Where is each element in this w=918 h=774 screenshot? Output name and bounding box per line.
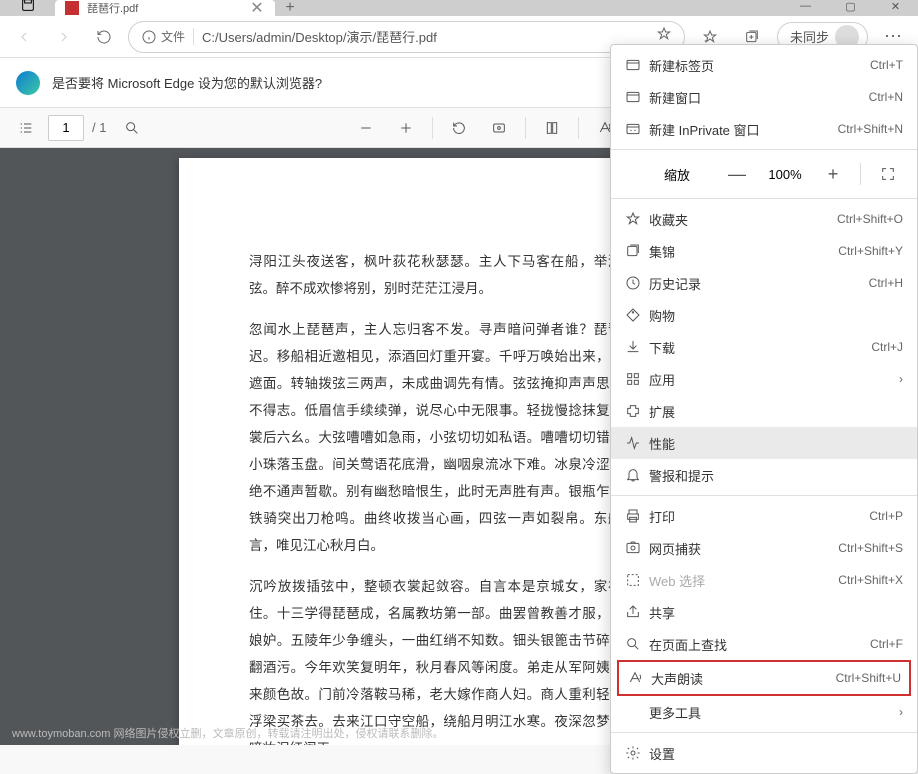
read-aloud-highlight: 大声朗读 Ctrl+Shift+U [617, 660, 911, 696]
tab-close-button[interactable]: ✕ [249, 0, 265, 18]
select-icon [625, 572, 649, 588]
url-text: C:/Users/admin/Desktop/演示/琵琶行.pdf [202, 27, 656, 46]
collections-menu-icon [625, 243, 649, 259]
menu-extensions[interactable]: 扩展 [611, 395, 917, 427]
menu-apps[interactable]: 应用 › [611, 363, 917, 395]
rotate-icon[interactable] [441, 112, 477, 144]
page-total: / 1 [92, 120, 106, 135]
refresh-button[interactable] [88, 21, 120, 53]
extensions-icon [625, 403, 649, 419]
tab-spacer [0, 0, 55, 15]
inprivate-icon [625, 121, 649, 137]
chevron-right-icon: › [899, 372, 903, 386]
menu-alerts[interactable]: 警报和提示 [611, 459, 917, 491]
page-info[interactable]: 文件 [141, 28, 194, 45]
browser-tab[interactable]: 琵琶行.pdf ✕ [55, 0, 275, 16]
tab-title: 琵琶行.pdf [87, 0, 249, 16]
menu-read-aloud[interactable]: 大声朗读 Ctrl+Shift+U [619, 662, 909, 694]
edge-logo-icon [16, 71, 40, 95]
url-box[interactable]: 文件 C:/Users/admin/Desktop/演示/琵琶行.pdf [128, 21, 685, 53]
new-tab-icon [625, 57, 649, 73]
star-icon [625, 211, 649, 227]
chevron-right-icon: › [899, 705, 903, 719]
search-icon[interactable] [114, 112, 150, 144]
download-icon [625, 339, 649, 355]
new-tab-button[interactable]: + [275, 0, 305, 17]
read-aloud-menu-icon [627, 670, 651, 686]
menu-web-select: Web 选择 Ctrl+Shift+X [611, 564, 917, 596]
menu-new-tab[interactable]: 新建标签页 Ctrl+T [611, 49, 917, 81]
menu-capture[interactable]: 网页捕获 Ctrl+Shift+S [611, 532, 917, 564]
minimize-button[interactable]: — [783, 0, 828, 16]
gear-icon [625, 745, 649, 761]
new-window-icon [625, 89, 649, 105]
contents-icon[interactable] [8, 112, 44, 144]
menu-downloads[interactable]: 下载 Ctrl+J [611, 331, 917, 363]
menu-more-tools[interactable]: 更多工具 › [611, 696, 917, 728]
back-button[interactable] [8, 21, 40, 53]
pdf-file-icon [65, 1, 79, 15]
maximize-button[interactable]: ▢ [828, 0, 873, 16]
fullscreen-icon[interactable] [873, 159, 903, 189]
zoom-plus-button[interactable]: + [818, 159, 848, 189]
info-icon [141, 29, 157, 45]
history-icon [625, 275, 649, 291]
menu-new-inprivate[interactable]: 新建 InPrivate 窗口 Ctrl+Shift+N [611, 113, 917, 145]
close-window-button[interactable]: ✕ [873, 0, 918, 16]
menu-settings[interactable]: 设置 [611, 737, 917, 769]
capture-icon [625, 540, 649, 556]
menu-share[interactable]: 共享 [611, 596, 917, 628]
menu-shopping[interactable]: 购物 [611, 299, 917, 331]
app-menu: 新建标签页 Ctrl+T 新建窗口 Ctrl+N 新建 InPrivate 窗口… [610, 44, 918, 774]
print-icon [625, 508, 649, 524]
menu-print[interactable]: 打印 Ctrl+P [611, 500, 917, 532]
menu-performance[interactable]: 性能 [611, 427, 917, 459]
find-icon [625, 636, 649, 652]
menu-history[interactable]: 历史记录 Ctrl+H [611, 267, 917, 299]
page-view-icon[interactable] [534, 112, 570, 144]
zoom-value: 100% [764, 167, 806, 182]
apps-icon [625, 371, 649, 387]
watermark: www.toymoban.com 网络图片侵权立删，文章原创，转载请注明出处，侵… [12, 725, 443, 741]
menu-new-window[interactable]: 新建窗口 Ctrl+N [611, 81, 917, 113]
tabs-overview-icon[interactable] [20, 0, 36, 18]
bell-icon [625, 467, 649, 483]
menu-favorites[interactable]: 收藏夹 Ctrl+Shift+O [611, 203, 917, 235]
zoom-out-button[interactable] [348, 112, 384, 144]
zoom-label: 缩放 [625, 165, 690, 184]
fit-page-icon[interactable] [481, 112, 517, 144]
forward-button[interactable] [48, 21, 80, 53]
file-label: 文件 [161, 28, 185, 45]
zoom-minus-button[interactable]: — [722, 159, 752, 189]
tab-bar: 琵琶行.pdf ✕ + — ▢ ✕ [0, 0, 918, 16]
share-icon [625, 604, 649, 620]
menu-zoom-row: 缩放 — 100% + [611, 154, 917, 194]
menu-collections[interactable]: 集锦 Ctrl+Shift+Y [611, 235, 917, 267]
zoom-in-button[interactable] [388, 112, 424, 144]
window-controls: — ▢ ✕ [783, 0, 918, 16]
performance-icon [625, 435, 649, 451]
tag-icon [625, 307, 649, 323]
page-number-input[interactable] [48, 115, 84, 141]
menu-find[interactable]: 在页面上查找 Ctrl+F [611, 628, 917, 660]
